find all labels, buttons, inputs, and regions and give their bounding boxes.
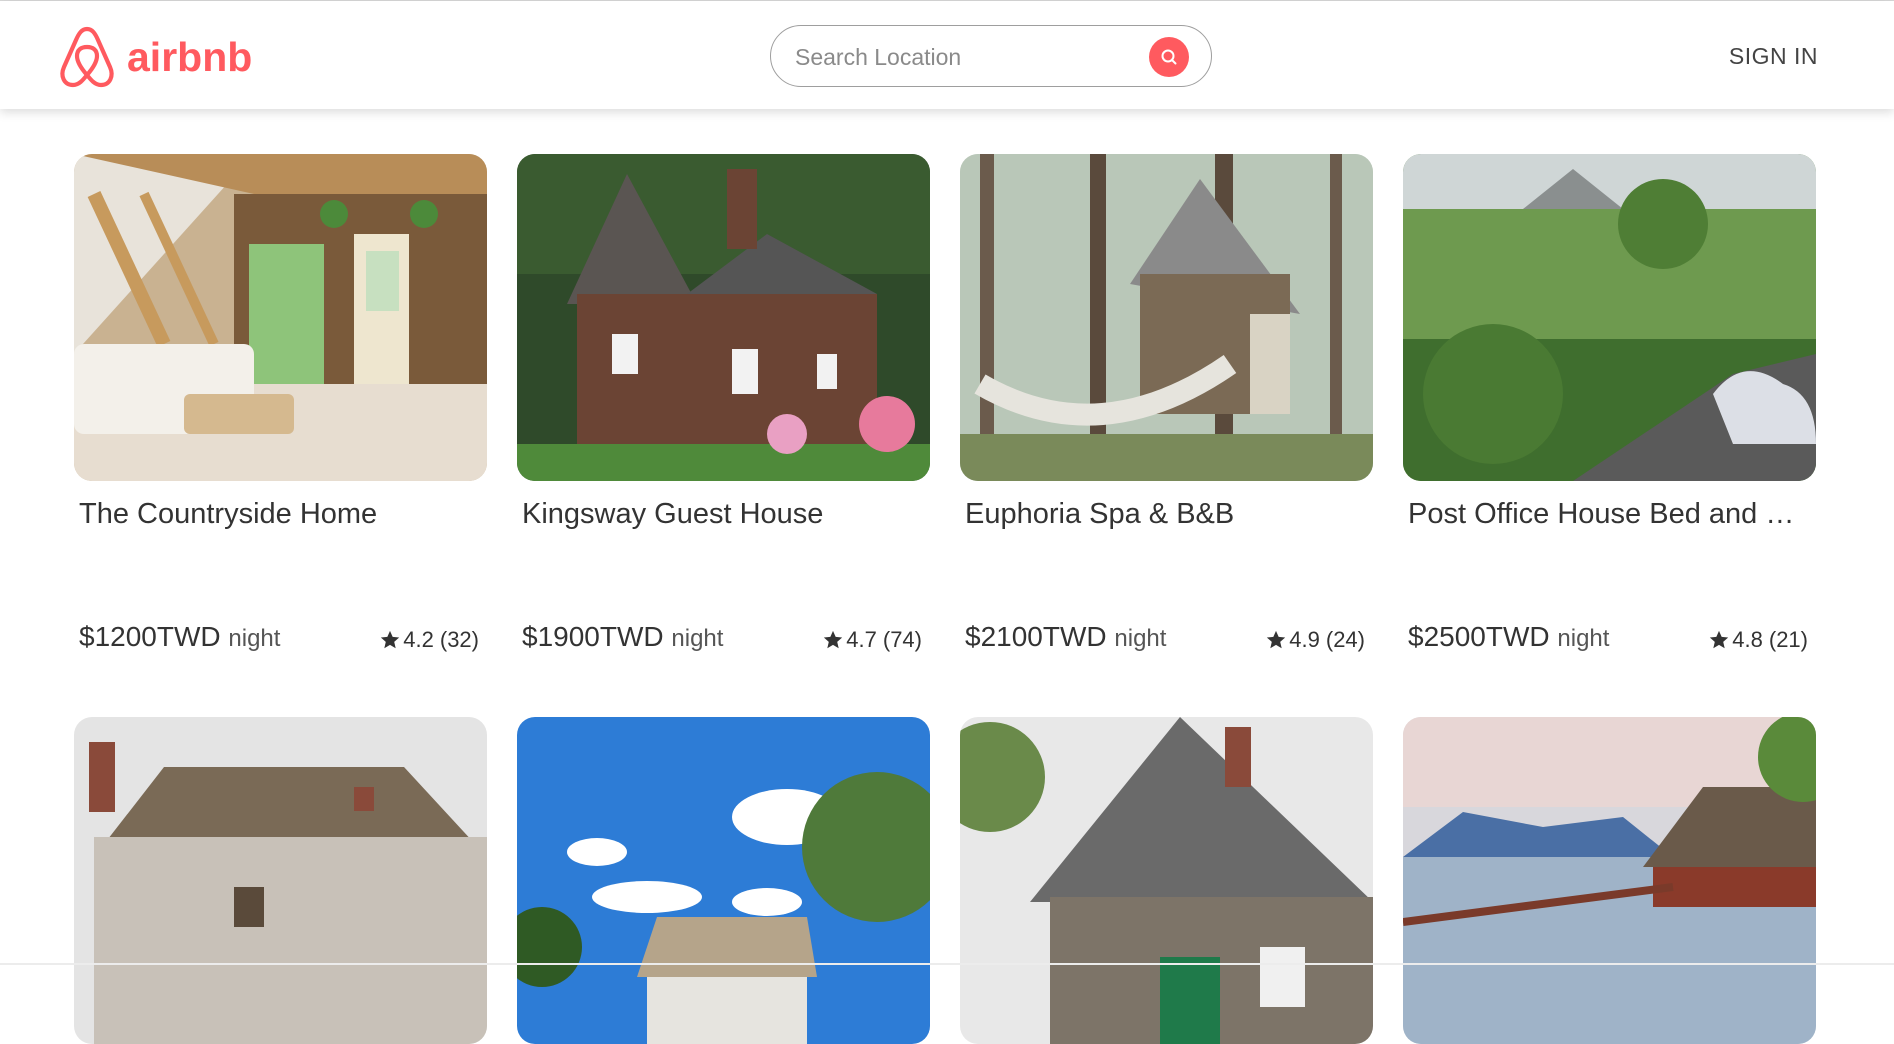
- listing-meta: $1900TWD night 4.7 (74): [522, 621, 922, 657]
- listing-card[interactable]: [1403, 717, 1816, 1044]
- listing-photo[interactable]: [960, 154, 1373, 481]
- listing-price: $1900TWD night: [522, 621, 723, 653]
- listing-rating: 4.2 (32): [379, 627, 479, 653]
- star-icon: [824, 630, 843, 649]
- listing-title[interactable]: The Countryside Home: [79, 498, 479, 531]
- price-amount: $1200TWD: [79, 621, 221, 652]
- search-bar: [770, 25, 1212, 87]
- rating-value: 4.8: [1732, 627, 1763, 652]
- listing-meta: $2500TWD night 4.8 (21): [1408, 621, 1808, 657]
- airbnb-belo-icon: [60, 26, 114, 88]
- listing-photo[interactable]: [74, 717, 487, 1044]
- price-amount: $1900TWD: [522, 621, 664, 652]
- star-icon: [1710, 630, 1729, 649]
- listing-card[interactable]: [517, 717, 930, 1044]
- airbnb-logo[interactable]: airbnb: [58, 25, 252, 89]
- listing-card[interactable]: [960, 717, 1373, 1044]
- listing-photo[interactable]: [517, 717, 930, 1044]
- search-input[interactable]: [793, 38, 1127, 76]
- listing-photo[interactable]: [1403, 154, 1816, 481]
- listing-meta: $2100TWD night 4.9 (24): [965, 621, 1365, 657]
- rating-value: 4.7: [846, 627, 877, 652]
- listing-card[interactable]: The Countryside Home $1200TWD night 4.2 …: [74, 154, 487, 652]
- listing-rating: 4.7 (74): [822, 627, 922, 653]
- listing-rating: 4.9 (24): [1265, 627, 1365, 653]
- listing-price: $2100TWD night: [965, 621, 1166, 653]
- price-amount: $2100TWD: [965, 621, 1107, 652]
- price-unit: night: [228, 625, 281, 652]
- review-count: (74): [882, 627, 922, 652]
- listing-photo[interactable]: [74, 154, 487, 481]
- search-button[interactable]: [1149, 37, 1189, 77]
- listing-price: $2500TWD night: [1408, 621, 1609, 653]
- listing-title[interactable]: Euphoria Spa & B&B: [965, 498, 1365, 531]
- listing-meta: $1200TWD night 4.2 (32): [79, 621, 479, 657]
- listing-card[interactable]: Post Office House Bed and Breakfast $250…: [1403, 154, 1816, 652]
- listing-card[interactable]: Kingsway Guest House $1900TWD night 4.7 …: [517, 154, 930, 652]
- listing-title[interactable]: Kingsway Guest House: [522, 498, 922, 531]
- review-count: (24): [1325, 627, 1365, 652]
- brand-name: airbnb: [127, 33, 253, 80]
- star-icon: [1267, 630, 1286, 649]
- search-icon: [1161, 49, 1177, 65]
- price-amount: $2500TWD: [1408, 621, 1550, 652]
- listing-card[interactable]: [74, 717, 487, 1044]
- sign-in-link[interactable]: SIGN IN: [1729, 43, 1818, 70]
- price-unit: night: [1557, 625, 1610, 652]
- listing-title[interactable]: Post Office House Bed and Breakfast: [1408, 498, 1808, 531]
- review-count: (32): [439, 627, 479, 652]
- listing-card[interactable]: Euphoria Spa & B&B $2100TWD night 4.9 (2…: [960, 154, 1373, 652]
- listing-rating: 4.8 (21): [1708, 627, 1808, 653]
- header: airbnb SIGN IN: [0, 1, 1894, 109]
- listing-price: $1200TWD night: [79, 621, 280, 653]
- listing-photo[interactable]: [960, 717, 1373, 1044]
- listing-photo[interactable]: [1403, 717, 1816, 1044]
- price-unit: night: [671, 625, 724, 652]
- review-count: (21): [1768, 627, 1808, 652]
- listing-photo[interactable]: [517, 154, 930, 481]
- price-unit: night: [1114, 625, 1167, 652]
- rating-value: 4.2: [403, 627, 434, 652]
- star-icon: [381, 630, 400, 649]
- rating-value: 4.9: [1289, 627, 1320, 652]
